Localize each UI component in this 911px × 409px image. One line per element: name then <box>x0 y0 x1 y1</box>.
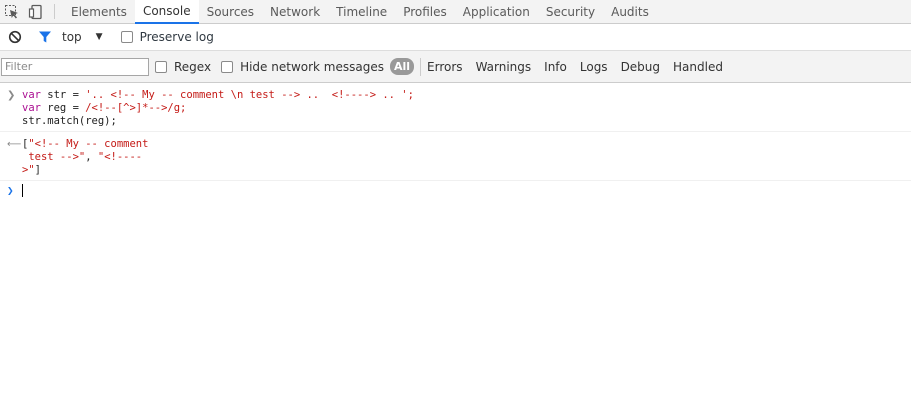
preserve-log-toggle[interactable]: Preserve log <box>120 30 214 44</box>
code-regex: /<!--[^>]*-->/g; <box>85 102 187 114</box>
code-line: var reg = /<!--[^>]*-->/g; <box>22 102 911 115</box>
hide-network-label: Hide network messages <box>240 59 384 74</box>
input-chevron-icon: ❯ <box>7 90 16 101</box>
level-warnings-button[interactable]: Warnings <box>476 60 532 74</box>
console-input-message: ❯ var str = '.. <!-- My -- comment \n te… <box>0 83 911 132</box>
tab-timeline[interactable]: Timeline <box>328 0 395 23</box>
result-arrow-icon: ⟵ <box>7 139 22 150</box>
tab-profiles[interactable]: Profiles <box>395 0 455 23</box>
result-string: "<!---- <box>97 151 143 163</box>
filter-divider <box>420 57 422 76</box>
filter-icon[interactable] <box>34 26 56 48</box>
result-string: >" <box>22 164 35 176</box>
result-bracket: ] <box>34 164 41 176</box>
context-selector-value[interactable]: top <box>62 30 82 44</box>
device-mode-icon[interactable] <box>24 0 48 23</box>
code-keyword: var <box>22 89 41 101</box>
hide-network-checkbox[interactable] <box>221 60 234 73</box>
level-logs-button[interactable]: Logs <box>580 60 608 74</box>
context-dropdown-icon[interactable]: ▼ <box>96 32 103 42</box>
panel-tabs: Elements Console Sources Network Timelin… <box>63 0 657 24</box>
level-all-button[interactable]: All <box>389 58 415 75</box>
hide-network-toggle[interactable]: Hide network messages <box>221 60 384 74</box>
code-line: var str = '.. <!-- My -- comment \n test… <box>22 89 911 102</box>
regex-toggle[interactable]: Regex <box>155 60 211 74</box>
console-filter-bar: Regex Hide network messages All Errors W… <box>0 51 911 83</box>
level-handled-button[interactable]: Handled <box>673 60 723 74</box>
console-messages: ❯ var str = '.. <!-- My -- comment \n te… <box>0 83 911 201</box>
code-line: str.match(reg); <box>22 115 911 128</box>
code-string: '.. <!-- My -- comment \n test --> .. <!… <box>85 89 414 101</box>
clear-console-icon[interactable] <box>4 26 26 48</box>
result-line[interactable]: test -->", "<!---- <box>22 151 911 164</box>
result-line[interactable]: >"] <box>22 164 911 177</box>
result-separator: , <box>85 151 98 163</box>
tabbar-divider <box>54 4 55 19</box>
code-identifier: str.match(reg); <box>22 115 117 127</box>
tab-sources[interactable]: Sources <box>199 0 262 23</box>
devtools-tabbar: Elements Console Sources Network Timelin… <box>0 0 911 24</box>
preserve-log-checkbox[interactable] <box>120 31 133 43</box>
prompt-chevron-icon: ❯ <box>7 184 14 197</box>
result-line[interactable]: ["<!-- My -- comment <box>22 138 911 151</box>
level-errors-button[interactable]: Errors <box>427 60 463 74</box>
tab-console[interactable]: Console <box>134 0 199 24</box>
tab-network[interactable]: Network <box>262 0 328 23</box>
console-toolbar: top ▼ Preserve log <box>0 24 911 51</box>
level-debug-button[interactable]: Debug <box>621 60 660 74</box>
result-string: test -->" <box>22 151 86 163</box>
tab-application[interactable]: Application <box>455 0 538 23</box>
tab-elements[interactable]: Elements <box>63 0 135 23</box>
level-info-button[interactable]: Info <box>544 60 567 74</box>
result-string: "<!-- My -- comment <box>28 138 149 150</box>
preserve-log-label: Preserve log <box>139 30 214 44</box>
regex-checkbox[interactable] <box>155 60 167 73</box>
console-result-message: ⟵ ["<!-- My -- comment test -->", "<!---… <box>0 132 911 181</box>
tab-audits[interactable]: Audits <box>603 0 657 23</box>
code-identifier: reg = <box>40 102 86 114</box>
tab-security[interactable]: Security <box>538 0 603 23</box>
code-identifier: str = <box>40 89 86 101</box>
regex-label: Regex <box>174 59 212 74</box>
text-caret <box>22 184 23 197</box>
code-keyword: var <box>22 102 41 114</box>
filter-input[interactable] <box>1 57 149 76</box>
inspect-element-icon[interactable] <box>0 0 24 23</box>
console-prompt[interactable]: ❯ <box>0 181 911 201</box>
